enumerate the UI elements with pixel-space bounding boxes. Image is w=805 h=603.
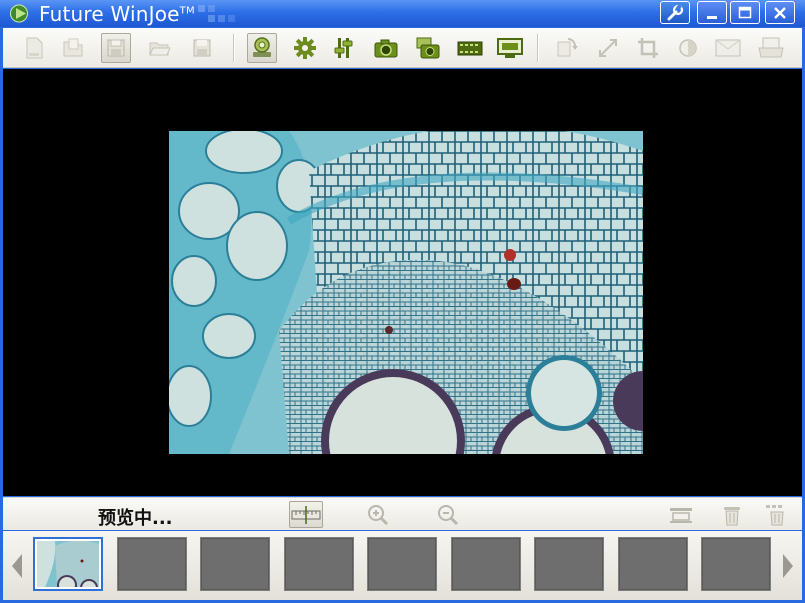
video-record-icon: [457, 41, 483, 56]
wrench-icon: [667, 4, 684, 20]
window-title: Future WinJoeTM: [39, 2, 195, 26]
rotate-button[interactable]: [551, 33, 581, 63]
zoom-out-icon: [438, 504, 459, 525]
thumbnail-item[interactable]: [33, 537, 103, 591]
save-icon: [193, 39, 211, 57]
resize-icon: [599, 39, 617, 57]
delete-all-button[interactable]: [759, 501, 793, 528]
settings-gear-button[interactable]: [290, 33, 320, 63]
adjust-button[interactable]: [330, 33, 360, 63]
maximize-button[interactable]: [730, 1, 760, 24]
open-button[interactable]: [145, 33, 175, 63]
thumbnail-empty: [702, 538, 770, 590]
thumbnail-empty: [201, 538, 269, 590]
image-button[interactable]: [713, 33, 743, 63]
title-bar[interactable]: Future WinJoeTM: [0, 0, 805, 27]
save-button[interactable]: [187, 33, 217, 63]
rotate-icon: [557, 38, 578, 57]
ruler-icon: [291, 505, 321, 524]
scroll-left-arrow-icon[interactable]: [10, 553, 24, 579]
thumbnail-strip: [3, 531, 802, 600]
monitor-button[interactable]: [495, 33, 525, 63]
video-record-button[interactable]: [455, 33, 485, 63]
open-file-button[interactable]: [58, 33, 88, 63]
thumbnail-empty: [118, 538, 186, 590]
status-text: 预览中...: [98, 508, 173, 529]
window-title-text: Future WinJoe: [39, 2, 180, 26]
status-bar: 预览中...: [3, 497, 802, 530]
delete-button[interactable]: [715, 501, 749, 528]
export-button[interactable]: [756, 33, 786, 63]
settings-button[interactable]: [660, 1, 690, 24]
new-file-icon: [26, 37, 43, 59]
close-button[interactable]: [765, 1, 795, 24]
camera-preview-icon: [253, 37, 271, 57]
new-file-button[interactable]: [19, 33, 49, 63]
brightness-icon: [679, 39, 697, 57]
thumbnail-empty: [619, 538, 687, 590]
delete-all-icon: [766, 504, 784, 525]
zoom-in-button[interactable]: [361, 501, 395, 528]
save-copy-icon: [107, 39, 125, 57]
crop-icon: [638, 38, 658, 58]
maximize-icon: [738, 6, 752, 18]
crop-button[interactable]: [633, 33, 663, 63]
camera-preview-button[interactable]: [247, 33, 277, 63]
trademark-mark: TM: [179, 5, 195, 17]
thumbnail-item[interactable]: [284, 537, 354, 591]
toolbar-separator: [233, 34, 235, 62]
thumbnail-image: [37, 541, 99, 587]
thumbnail-empty: [452, 538, 520, 590]
thumbnail-specimen-preview: [37, 541, 99, 587]
main-toolbar: [3, 28, 802, 68]
zoom-in-icon: [368, 504, 389, 525]
multi-capture-icon: [416, 37, 440, 59]
open-folder-icon: [63, 38, 83, 57]
thumbnail-item[interactable]: [534, 537, 604, 591]
resize-button[interactable]: [593, 33, 623, 63]
thumbnail-item[interactable]: [618, 537, 688, 591]
title-decoration-squares: [198, 5, 235, 22]
gear-icon: [294, 37, 316, 59]
trash-icon: [724, 506, 740, 525]
thumbnail-empty: [285, 538, 353, 590]
preview-area[interactable]: [3, 69, 802, 496]
thumbnail-empty: [535, 538, 603, 590]
thumbnail-item[interactable]: [451, 537, 521, 591]
monitor-icon: [497, 38, 523, 58]
zoom-out-button[interactable]: [431, 501, 465, 528]
scroll-right-arrow-icon[interactable]: [781, 553, 795, 579]
brightness-button[interactable]: [673, 33, 703, 63]
image-icon: [715, 39, 741, 57]
export-icon: [758, 37, 784, 58]
minimize-icon: [707, 15, 717, 19]
multi-capture-button[interactable]: [413, 33, 443, 63]
play-logo-icon: [10, 4, 28, 23]
microscope-live-image: [169, 131, 643, 454]
thumbnail-item[interactable]: [701, 537, 771, 591]
fit-window-button[interactable]: [664, 501, 698, 528]
snapshot-camera-icon: [374, 39, 398, 58]
app-window: Future WinJoeTM 预览中...: [0, 0, 805, 603]
open-icon: [149, 42, 171, 56]
adjust-sliders-icon: [334, 38, 353, 58]
ruler-button[interactable]: [289, 501, 323, 528]
snapshot-button[interactable]: [371, 33, 401, 63]
thumbnail-empty: [368, 538, 436, 590]
thumbnail-item[interactable]: [117, 537, 187, 591]
close-icon: [774, 6, 786, 19]
minimize-button[interactable]: [697, 1, 727, 24]
save-as-button[interactable]: [101, 33, 131, 63]
thumbnail-item[interactable]: [200, 537, 270, 591]
toolbar-separator: [537, 34, 539, 62]
thumbnail-item[interactable]: [367, 537, 437, 591]
fit-window-icon: [670, 507, 692, 523]
